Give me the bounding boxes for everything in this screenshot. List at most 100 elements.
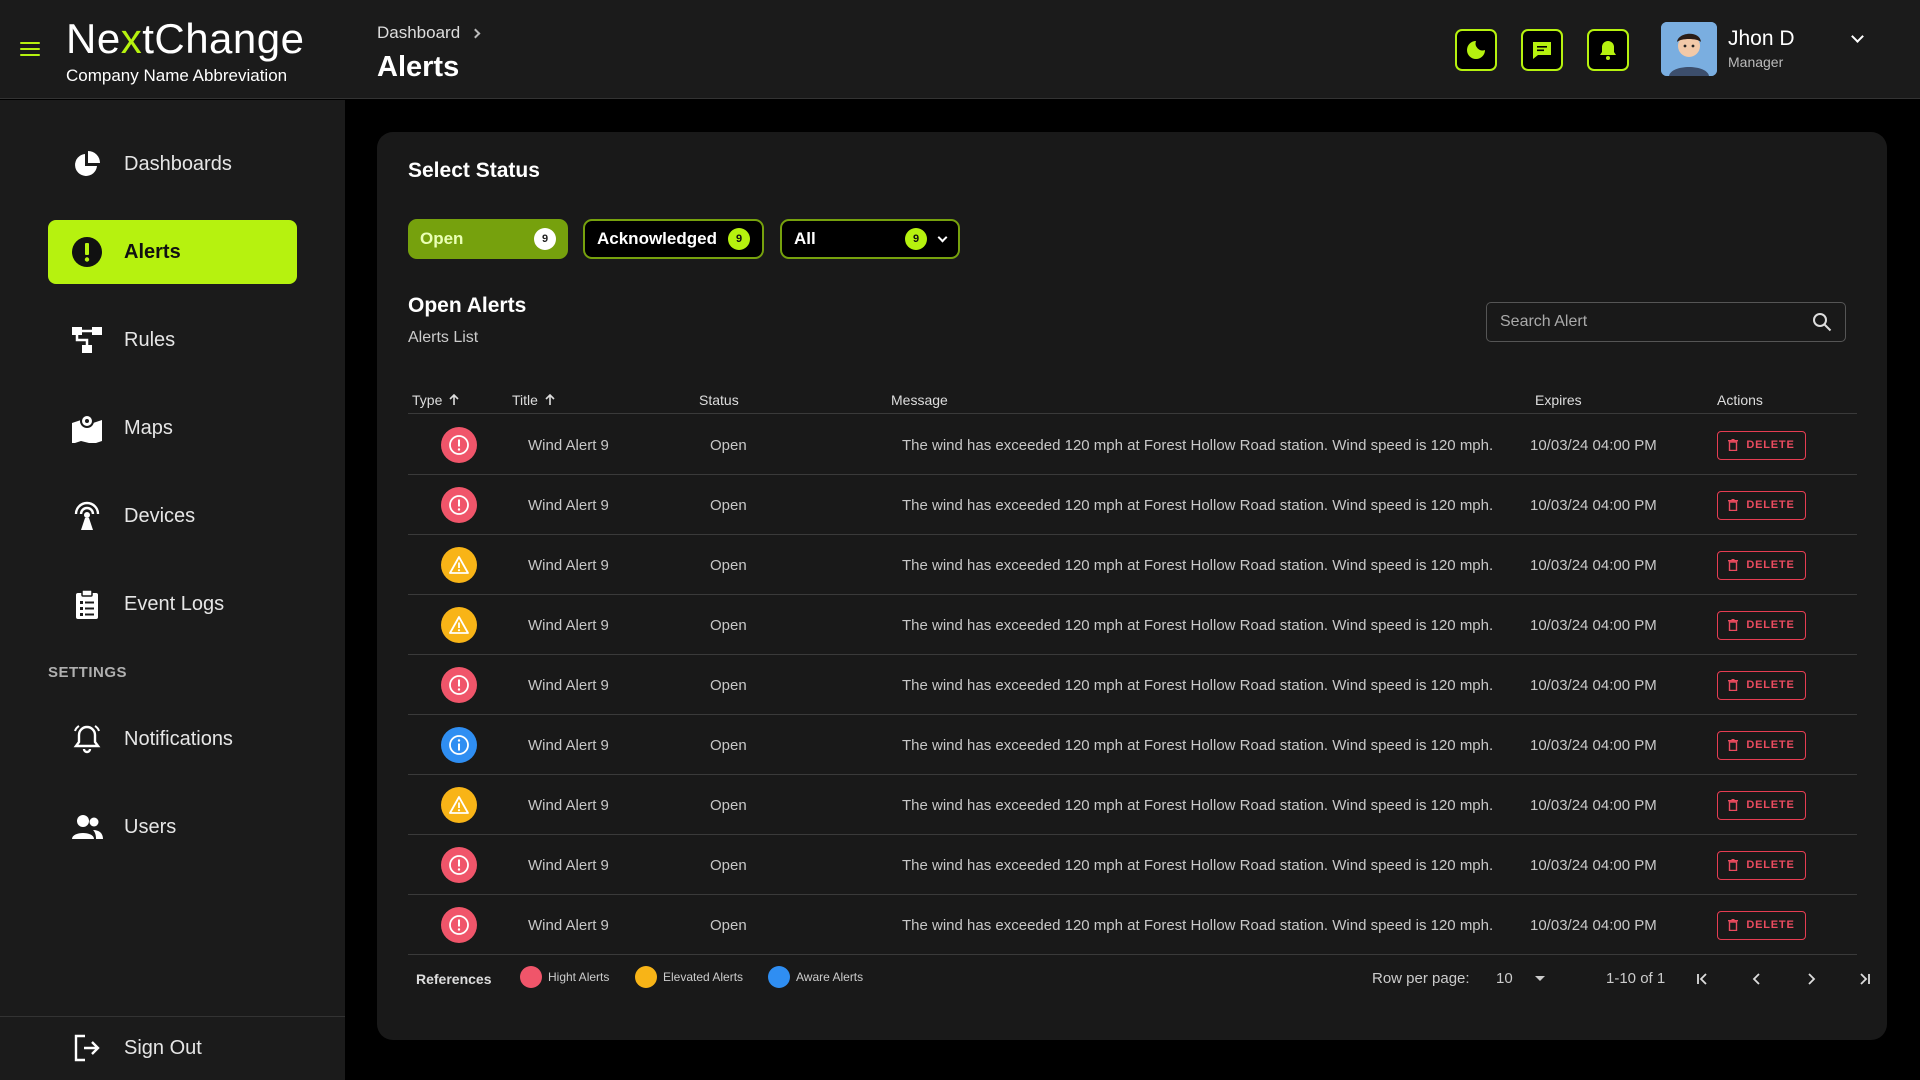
delete-button[interactable]: DELETE [1717, 610, 1806, 640]
delete-button[interactable]: DELETE [1717, 670, 1806, 700]
info-circle-icon [768, 966, 790, 988]
alert-circle-icon [441, 907, 477, 943]
actions-cell: DELETE [1717, 535, 1806, 595]
expires-cell: 10/03/24 04:00 PM [1530, 736, 1657, 754]
rows-per-page-label: Row per page: [1372, 970, 1470, 987]
flow-icon [70, 323, 104, 357]
messages-button[interactable] [1521, 29, 1563, 71]
sidebar-item-notifications[interactable]: Notifications [48, 707, 297, 771]
last-page-icon [1860, 973, 1870, 985]
search-input[interactable]: Search Alert [1486, 302, 1846, 342]
delete-button[interactable]: DELETE [1717, 730, 1806, 760]
sign-out-button[interactable]: Sign Out [48, 1016, 297, 1080]
table-row: Wind Alert 9 Open The wind has exceeded 12… [408, 535, 1857, 595]
expires-cell: 10/03/24 04:00 PM [1530, 616, 1657, 634]
status-cell: Open [710, 736, 747, 754]
reference-elevated: Elevated Alerts [635, 966, 743, 988]
search-icon[interactable] [1812, 312, 1832, 332]
expires-cell: 10/03/24 04:00 PM [1530, 556, 1657, 574]
title-cell: Wind Alert 9 [528, 556, 609, 574]
delete-label: DELETE [1746, 619, 1795, 631]
top-header: NextChange Company Name Abbreviation Das… [0, 0, 1920, 99]
actions-cell: DELETE [1717, 655, 1806, 715]
reference-label: Hight Alerts [548, 970, 610, 984]
section-subtitle: Alerts List [408, 329, 479, 346]
last-page-button[interactable] [1854, 968, 1876, 990]
status-select-all[interactable]: All 9 [780, 219, 960, 259]
delete-button[interactable]: DELETE [1717, 490, 1806, 520]
sidebar-item-label: Dashboards [124, 152, 232, 175]
alert-circle-icon [441, 847, 477, 883]
delete-button[interactable]: DELETE [1717, 550, 1806, 580]
user-menu[interactable]: Jhon D Manager [1661, 22, 1795, 76]
pie-chart-icon [70, 147, 104, 181]
delete-button[interactable]: DELETE [1717, 430, 1806, 460]
sidebar-item-rules[interactable]: Rules [48, 308, 297, 372]
sidebar-item-users[interactable]: Users [48, 795, 297, 859]
warning-triangle-icon [441, 607, 477, 643]
info-circle-icon [441, 727, 477, 763]
previous-page-button[interactable] [1746, 968, 1768, 990]
reference-label: Elevated Alerts [663, 970, 744, 984]
next-page-button[interactable] [1800, 968, 1822, 990]
first-page-icon [1697, 973, 1707, 985]
table-row: Wind Alert 9 Open The wind has exceeded 12… [408, 415, 1857, 475]
actions-cell: DELETE [1717, 715, 1806, 775]
theme-toggle-button[interactable] [1455, 29, 1497, 71]
status-chip-acknowledged[interactable]: Acknowledged 9 [583, 219, 764, 259]
sidebar-item-dashboards[interactable]: Dashboards [48, 132, 297, 196]
trash-icon [1728, 679, 1739, 691]
column-header-actions: Actions [1717, 392, 1763, 408]
column-header-title[interactable]: Title [512, 392, 556, 408]
delete-label: DELETE [1746, 859, 1795, 871]
alert-circle-icon [441, 667, 477, 703]
reference-aware: Aware Alerts [768, 966, 863, 988]
message-cell: The wind has exceeded 120 mph at Forest … [902, 556, 1494, 574]
expires-cell: 10/03/24 04:00 PM [1530, 436, 1657, 454]
status-chip-open[interactable]: Open 9 [408, 219, 568, 259]
sidebar-item-devices[interactable]: Devices [48, 484, 297, 548]
chip-label: Acknowledged [597, 229, 717, 248]
sidebar-item-alerts[interactable]: Alerts [48, 220, 297, 284]
title-cell: Wind Alert 9 [528, 616, 609, 634]
sidebar-item-maps[interactable]: Maps [48, 396, 297, 460]
trash-icon [1728, 919, 1739, 931]
rows-per-page-select[interactable]: 10 [1496, 970, 1545, 987]
breadcrumb-dashboard-link[interactable]: Dashboard [377, 23, 460, 43]
expires-cell: 10/03/24 04:00 PM [1530, 796, 1657, 814]
type-cell [441, 415, 477, 475]
count-badge: 9 [905, 228, 927, 250]
alert-circle-icon [441, 487, 477, 523]
column-header-type[interactable]: Type [412, 392, 460, 408]
bell-icon [70, 722, 104, 756]
delete-label: DELETE [1746, 439, 1795, 451]
delete-label: DELETE [1746, 919, 1795, 931]
section-title: Open Alerts [408, 294, 527, 317]
status-cell: Open [710, 796, 747, 814]
notifications-button[interactable] [1587, 29, 1629, 71]
status-cell: Open [710, 916, 747, 934]
trash-icon [1728, 499, 1739, 511]
menu-icon[interactable] [20, 42, 40, 58]
status-cell: Open [710, 496, 747, 514]
sidebar-item-event-logs[interactable]: Event Logs [48, 572, 297, 636]
column-header-expires: Expires [1535, 392, 1582, 408]
references-label: References [416, 971, 492, 987]
delete-button[interactable]: DELETE [1717, 910, 1806, 940]
chevron-down-icon[interactable] [1851, 30, 1864, 43]
column-label: Message [891, 392, 948, 408]
type-cell [441, 655, 477, 715]
delete-label: DELETE [1746, 559, 1795, 571]
title-cell: Wind Alert 9 [528, 496, 609, 514]
actions-cell: DELETE [1717, 835, 1806, 895]
type-cell [441, 835, 477, 895]
brand-name-suffix: tChange [142, 15, 305, 62]
sidebar-item-label: Devices [124, 504, 196, 527]
alert-circle-icon [70, 235, 104, 269]
delete-button[interactable]: DELETE [1717, 850, 1806, 880]
sidebar-item-label: Users [124, 815, 177, 838]
expires-cell: 10/03/24 04:00 PM [1530, 856, 1657, 874]
first-page-button[interactable] [1691, 968, 1713, 990]
brand-subtitle: Company Name Abbreviation [66, 66, 288, 85]
delete-button[interactable]: DELETE [1717, 790, 1806, 820]
